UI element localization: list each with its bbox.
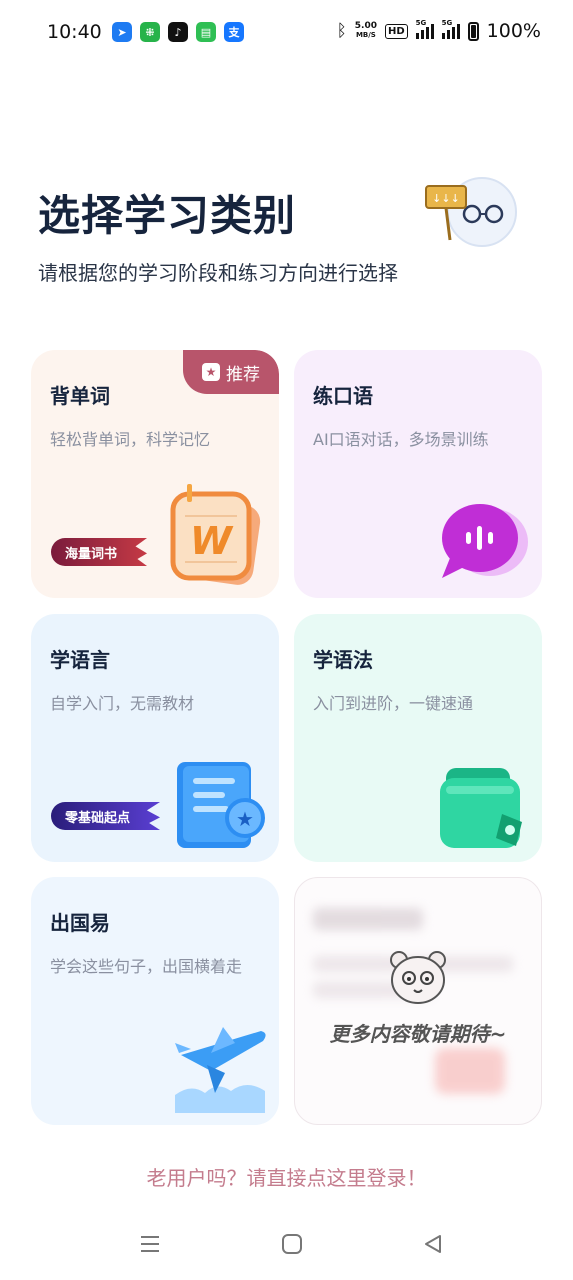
- svg-text:↓↓↓: ↓↓↓: [432, 192, 460, 205]
- card-speaking[interactable]: 练口语 AI口语对话，多场景训练: [294, 350, 542, 598]
- system-status: ᛒ 5.00 MB/S HD 5G 5G 100%: [336, 19, 541, 42]
- tiktok-icon: ♪: [168, 22, 188, 42]
- card-description: 自学入门，无需教材: [50, 694, 195, 713]
- card-language[interactable]: 学语言 自学入门，无需教材 零基础起点 ★: [31, 614, 279, 862]
- voice-chat-icon: [442, 504, 528, 578]
- signal-icon: 5G: [441, 19, 460, 39]
- card-description: 学会这些句子，出国横着走: [50, 957, 243, 976]
- home-icon: [282, 1234, 302, 1254]
- signal-icon: 5G: [415, 19, 434, 39]
- menu-button[interactable]: [135, 1229, 165, 1259]
- battery-icon: [467, 21, 479, 41]
- recommend-badge: ★ 推荐: [183, 350, 279, 394]
- wechat-work-icon: ⁜: [140, 22, 160, 42]
- net-speed: 5.00 MB/S: [355, 22, 377, 40]
- signal-tag: 5G: [441, 19, 453, 27]
- back-button[interactable]: [418, 1229, 448, 1259]
- star-icon: ★: [202, 363, 220, 381]
- net-speed-value: 5.00: [354, 21, 377, 31]
- back-icon: [425, 1235, 441, 1253]
- alipay-icon: 支: [224, 22, 244, 42]
- mascot-illustration: ↓↓↓: [425, 177, 517, 247]
- home-button[interactable]: [277, 1229, 307, 1259]
- card-description: 轻松背单词，科学记忆: [50, 430, 211, 449]
- net-speed-unit: MB/S: [355, 31, 376, 39]
- svg-text:★: ★: [236, 807, 254, 831]
- ribbon-tag: 零基础起点: [51, 802, 161, 830]
- login-link[interactable]: 老用户吗？请直接点这里登录！: [0, 1162, 573, 1191]
- card-description: AI口语对话，多场景训练: [313, 430, 489, 449]
- bluetooth-icon: ᛒ: [336, 21, 347, 41]
- card-title: 背单词: [50, 384, 110, 408]
- page-subtitle: 请根据您的学习阶段和练习方向进行选择: [38, 261, 398, 285]
- coming-soon-text: 更多内容敬请期待~: [329, 1022, 507, 1046]
- grammar-folder-icon: [440, 768, 522, 848]
- system-nav-bar: [0, 1215, 573, 1280]
- navigation-app-icon: ➤: [112, 22, 132, 42]
- card-title: 学语言: [50, 648, 110, 672]
- messages-icon: ▤: [196, 22, 216, 42]
- card-travel[interactable]: 出国易 学会这些句子，出国横着走: [31, 877, 279, 1125]
- battery-level: 100%: [486, 20, 541, 42]
- bear-mascot-icon: [390, 951, 446, 1004]
- recommend-label: 推荐: [226, 364, 260, 385]
- card-title: 练口语: [313, 384, 373, 408]
- textbook-icon: ★: [177, 762, 265, 848]
- card-title: 学语法: [313, 648, 373, 672]
- notification-icons: ➤ ⁜ ♪ ▤ 支: [112, 22, 244, 42]
- word-book-letter: W: [190, 519, 234, 563]
- card-vocabulary[interactable]: 背单词 轻松背单词，科学记忆 ★ 推荐 海量词书 W: [31, 350, 279, 598]
- status-time: 10:40: [47, 21, 102, 43]
- hd-badge: HD: [385, 23, 408, 39]
- page-title: 选择学习类别: [38, 191, 297, 240]
- signal-tag: 5G: [415, 19, 427, 27]
- card-description: 入门到进阶，一键速通: [313, 694, 474, 713]
- menu-icon: [141, 1236, 159, 1252]
- airplane-icon: [175, 1027, 266, 1113]
- ribbon-tag: 海量词书: [51, 538, 148, 566]
- card-title: 出国易: [50, 911, 110, 935]
- card-coming-soon: 更多内容敬请期待~: [294, 877, 542, 1125]
- card-grammar[interactable]: 学语法 入门到进阶，一键速通: [294, 614, 542, 862]
- status-bar: 10:40 ➤ ⁜ ♪ ▤ 支 ᛒ 5.00 MB/S HD 5G 5G 100…: [0, 0, 573, 66]
- word-book-icon: W: [170, 484, 261, 585]
